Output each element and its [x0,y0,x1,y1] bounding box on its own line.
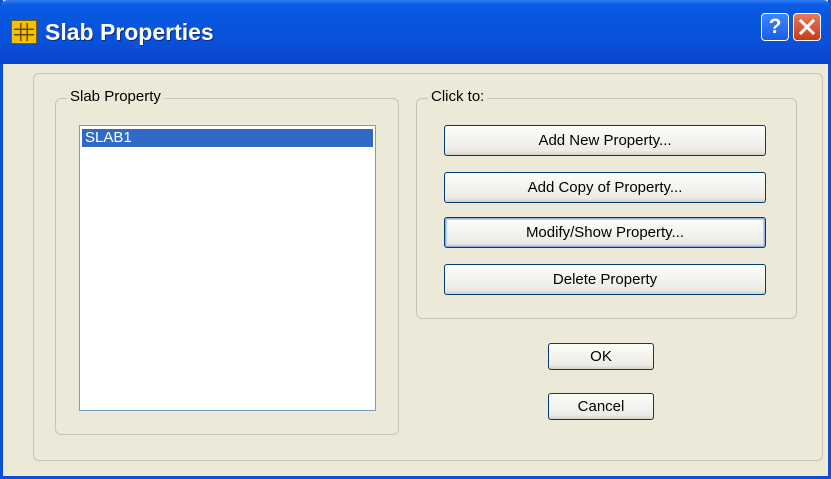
help-icon: ? [768,15,782,38]
delete-property-button[interactable]: Delete Property [444,264,766,295]
window-title: Slab Properties [45,19,214,45]
cancel-button[interactable]: Cancel [548,393,654,420]
modify-show-property-button[interactable]: Modify/Show Property... [444,217,766,248]
click-to-group-label: Click to: [428,88,488,105]
title-bar[interactable]: Slab Properties ? [0,0,831,64]
ok-button[interactable]: OK [548,343,654,370]
grid-app-icon [11,20,37,44]
slab-properties-dialog: Slab Properties ? Slab Property SLAB1 Cl… [0,0,831,479]
close-button[interactable] [793,13,821,41]
slab-property-list[interactable]: SLAB1 [79,125,376,411]
add-new-property-button[interactable]: Add New Property... [444,125,766,156]
list-item[interactable]: SLAB1 [82,129,373,147]
slab-property-group-label: Slab Property [67,88,164,105]
help-button[interactable]: ? [761,13,789,41]
close-icon [798,18,816,36]
add-copy-property-button[interactable]: Add Copy of Property... [444,172,766,203]
